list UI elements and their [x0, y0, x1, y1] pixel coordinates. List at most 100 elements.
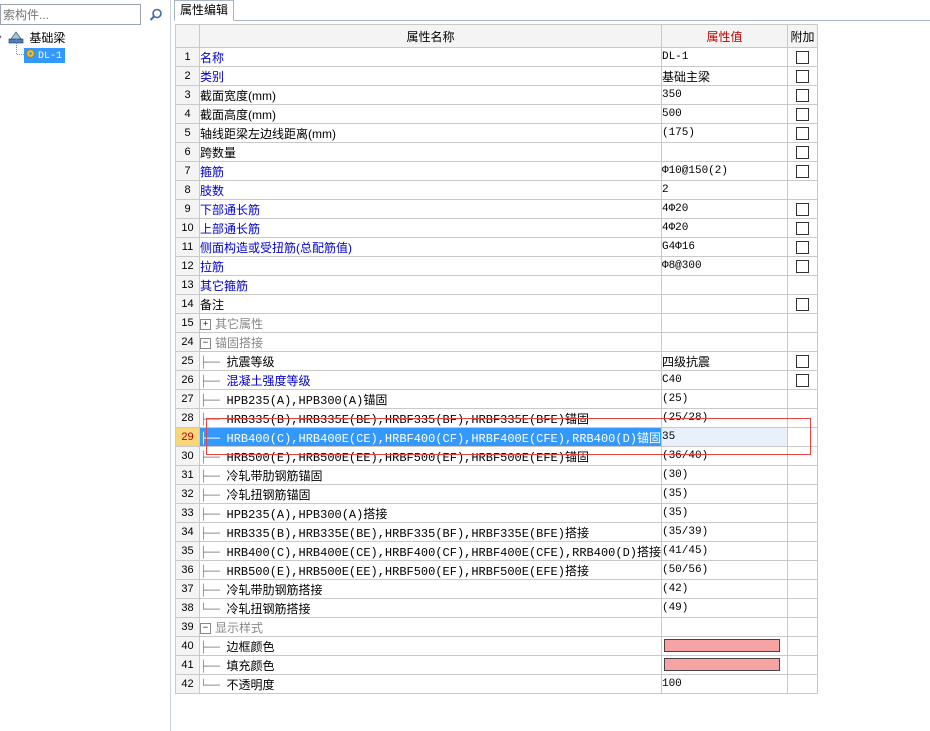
tree-connector: ├── — [200, 640, 227, 654]
group-row-anchorage[interactable]: 24− 锚固搭接 — [175, 332, 818, 352]
tab-property-edit[interactable]: 属性编辑 — [174, 0, 235, 21]
table-row[interactable]: 5 轴线距梁左边线距离(mm) (175) — [175, 123, 818, 143]
table-row[interactable]: 30 ├── HRB500(E),HRB500E(EE),HRBF500(EF),… — [175, 446, 818, 466]
property-value[interactable]: 基础主梁 — [660, 66, 788, 86]
property-value[interactable] — [660, 655, 788, 675]
property-value[interactable] — [660, 294, 788, 314]
table-row[interactable]: 41 ├── 填充颜色 — [175, 655, 818, 675]
extra-checkbox[interactable] — [795, 51, 809, 65]
table-row[interactable]: 4 截面高度(mm) 500 — [175, 104, 818, 124]
property-value[interactable]: (36/40) — [660, 446, 788, 466]
property-value[interactable] — [660, 142, 788, 162]
table-row[interactable]: 25 ├── 抗震等级 四级抗震 — [175, 351, 818, 371]
extra-checkbox[interactable] — [795, 165, 809, 179]
extra-checkbox[interactable] — [795, 355, 809, 369]
property-value[interactable]: 100 — [660, 674, 788, 694]
expand-icon[interactable]: + — [200, 318, 211, 330]
table-row[interactable]: 3 截面宽度(mm) 350 — [175, 85, 818, 105]
property-value[interactable]: (30) — [660, 465, 788, 485]
property-value[interactable]: (41/45) — [660, 541, 788, 561]
extra-checkbox[interactable] — [795, 203, 809, 217]
property-value-editing[interactable]: 35 — [660, 427, 788, 447]
property-value[interactable]: (25) — [660, 389, 788, 409]
table-row[interactable]: 6 跨数量 — [175, 142, 818, 162]
row-number: 1 — [175, 47, 200, 67]
extra-checkbox[interactable] — [795, 89, 809, 103]
table-row[interactable]: 33 ├── HPB235(A),HPB300(A)搭接 (35) — [175, 503, 818, 523]
property-value[interactable]: 四级抗震 — [660, 351, 788, 371]
property-value[interactable]: (175) — [660, 123, 788, 143]
tree-node-dl-1[interactable]: DL-1 — [0, 38, 170, 63]
table-row[interactable]: 9 下部通长筋 4Φ20 — [175, 199, 818, 219]
property-value[interactable]: (35) — [660, 503, 788, 523]
table-row[interactable]: 31 ├── 冷轧带肋钢筋锚固 (30) — [175, 465, 818, 485]
header-property-name[interactable]: 属性名称 — [199, 24, 662, 48]
property-value[interactable]: Φ10@150(2) — [660, 161, 788, 181]
table-row[interactable]: 8 肢数 2 — [175, 180, 818, 200]
property-value[interactable]: C40 — [660, 370, 788, 390]
extra-checkbox[interactable] — [795, 222, 809, 236]
property-value[interactable]: (35) — [660, 484, 788, 504]
extra-cell — [786, 598, 818, 618]
collapse-icon[interactable]: − — [200, 622, 211, 634]
extra-checkbox[interactable] — [795, 260, 809, 274]
tree-node-foundation-beam[interactable]: ▾ 基础梁 — [0, 30, 170, 46]
extra-checkbox[interactable] — [795, 127, 809, 141]
table-row[interactable]: 38 └── 冷轧扭钢筋搭接 (49) — [175, 598, 818, 618]
group-row-display-style[interactable]: 39− 显示样式 — [175, 617, 818, 637]
property-value[interactable]: (42) — [660, 579, 788, 599]
table-row[interactable]: 32 ├── 冷轧扭钢筋锚固 (35) — [175, 484, 818, 504]
extra-checkbox[interactable] — [795, 298, 809, 312]
property-value[interactable]: (49) — [660, 598, 788, 618]
extra-cell — [786, 655, 818, 675]
table-row[interactable]: 26 ├── 混凝土强度等级 C40 — [175, 370, 818, 390]
table-row[interactable]: 42 └── 不透明度 100 — [175, 674, 818, 694]
fill-color-swatch[interactable] — [663, 658, 780, 672]
property-value[interactable]: (50/56) — [660, 560, 788, 580]
property-value[interactable]: 500 — [660, 104, 788, 124]
row-number: 15 — [175, 313, 200, 333]
property-value[interactable]: 4Φ20 — [660, 199, 788, 219]
property-value[interactable] — [660, 636, 788, 656]
tree-child-selected[interactable]: DL-1 — [24, 48, 66, 63]
table-row[interactable]: 13 其它箍筋 — [175, 275, 818, 295]
table-row[interactable]: 27 ├── HPB235(A),HPB300(A)锚固 (25) — [175, 389, 818, 409]
table-row[interactable]: 35 ├── HRB400(C),HRB400E(CE),HRBF400(CF),… — [175, 541, 818, 561]
extra-checkbox[interactable] — [795, 70, 809, 84]
table-row[interactable]: 11 侧面构造或受扭筋(总配筋值) G4Φ16 — [175, 237, 818, 257]
table-row[interactable]: 34 ├── HRB335(B),HRB335E(BE),HRBF335(BF),… — [175, 522, 818, 542]
extra-checkbox[interactable] — [795, 108, 809, 122]
table-row[interactable]: 2 类别 基础主梁 — [175, 66, 818, 86]
property-value[interactable]: Φ8@300 — [660, 256, 788, 276]
table-row[interactable]: 37 ├── 冷轧带肋钢筋搭接 (42) — [175, 579, 818, 599]
table-row-selected[interactable]: 29 ├── HRB400(C),HRB400E(CE),HRBF400(CF),… — [175, 427, 818, 447]
property-value[interactable]: G4Φ16 — [660, 237, 788, 257]
table-row[interactable]: 7 箍筋 Φ10@150(2) — [175, 161, 818, 181]
property-value[interactable]: (25/28) — [660, 408, 788, 428]
header-extra[interactable]: 附加 — [786, 24, 818, 48]
extra-checkbox[interactable] — [795, 241, 809, 255]
property-value[interactable]: 350 — [660, 85, 788, 105]
search-input[interactable] — [1, 5, 139, 24]
property-value[interactable] — [660, 275, 788, 295]
table-row[interactable]: 10 上部通长筋 4Φ20 — [175, 218, 818, 238]
table-row[interactable]: 28 ├── HRB335(B),HRB335E(BE),HRBF335(BF),… — [175, 408, 818, 428]
extra-checkbox[interactable] — [795, 146, 809, 160]
property-value[interactable]: (35/39) — [660, 522, 788, 542]
table-row[interactable]: 12 拉筋 Φ8@300 — [175, 256, 818, 276]
search-button[interactable] — [145, 4, 166, 25]
table-row[interactable]: 36 ├── HRB500(E),HRB500E(EE),HRBF500(EF),… — [175, 560, 818, 580]
collapse-icon[interactable]: − — [200, 337, 211, 349]
border-color-swatch[interactable] — [663, 639, 780, 653]
property-value[interactable]: DL-1 — [660, 47, 788, 67]
table-row[interactable]: 1 名称 DL-1 — [175, 47, 818, 67]
property-value[interactable]: 2 — [660, 180, 788, 200]
table-row[interactable]: 14 备注 — [175, 294, 818, 314]
property-value[interactable]: 4Φ20 — [660, 218, 788, 238]
search-box[interactable] — [0, 4, 141, 25]
group-row-other-props[interactable]: 15 + 其它属性 — [175, 313, 818, 333]
extra-checkbox[interactable] — [795, 374, 809, 388]
collapse-icon[interactable]: ▾ — [0, 34, 3, 42]
table-row[interactable]: 40 ├── 边框颜色 — [175, 636, 818, 656]
header-property-value[interactable]: 属性值 — [660, 24, 788, 48]
